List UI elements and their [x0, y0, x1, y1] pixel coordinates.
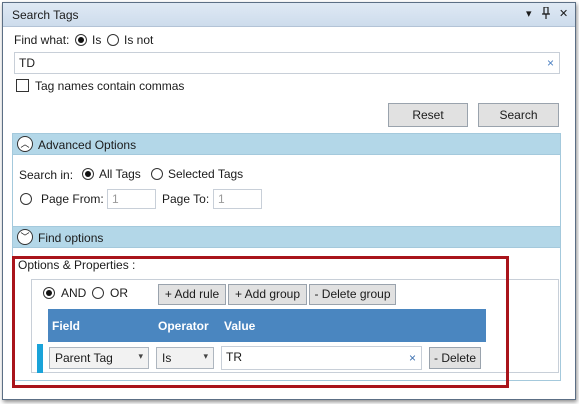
find-what-input[interactable]: TD × [14, 52, 560, 74]
title-bar: Search Tags ▾ ✕ [3, 3, 575, 27]
window-title: Search Tags [12, 8, 79, 22]
clear-search-icon[interactable]: × [547, 56, 554, 70]
search-tags-window: Search Tags ▾ ✕ Find what: Is Is not TD … [2, 2, 576, 400]
selected-tags-label: Selected Tags [168, 167, 244, 181]
page-from-value: 1 [112, 192, 119, 206]
search-button[interactable]: Search [478, 103, 559, 127]
tag-names-commas-label: Tag names contain commas [35, 79, 185, 93]
page-to-input[interactable]: 1 [213, 189, 262, 209]
find-options-header[interactable]: ﹀ Find options [12, 226, 561, 248]
is-not-label: Is not [124, 33, 154, 47]
is-radio[interactable] [75, 34, 87, 46]
all-tags-label: All Tags [99, 167, 141, 181]
tag-names-commas-checkbox[interactable] [16, 79, 29, 92]
page-from-label: Page From: [41, 192, 104, 206]
chevron-up-icon[interactable]: ︿ [17, 136, 33, 152]
reset-button[interactable]: Reset [388, 103, 468, 127]
highlight-box [12, 256, 509, 388]
advanced-options-title: Advanced Options [38, 138, 137, 152]
close-icon[interactable]: ✕ [559, 7, 568, 21]
page-range-radio[interactable] [20, 193, 32, 205]
chevron-down-icon[interactable]: ﹀ [17, 229, 33, 245]
window-menu-dropdown-icon[interactable]: ▾ [526, 7, 532, 21]
page-to-label: Page To: [162, 192, 210, 206]
advanced-options-header[interactable]: ︿ Advanced Options [12, 133, 561, 155]
search-in-label: Search in: [19, 168, 74, 182]
pin-icon[interactable] [541, 6, 551, 24]
find-what-value: TD [19, 56, 35, 70]
all-tags-radio[interactable] [82, 168, 94, 180]
is-label: Is [92, 33, 102, 47]
advanced-options-panel [12, 155, 561, 227]
find-what-label: Find what: [14, 33, 70, 47]
page-from-input[interactable]: 1 [107, 189, 156, 209]
find-options-title: Find options [38, 231, 104, 245]
selected-tags-radio[interactable] [151, 168, 163, 180]
page-to-value: 1 [218, 192, 225, 206]
is-not-radio[interactable] [107, 34, 119, 46]
